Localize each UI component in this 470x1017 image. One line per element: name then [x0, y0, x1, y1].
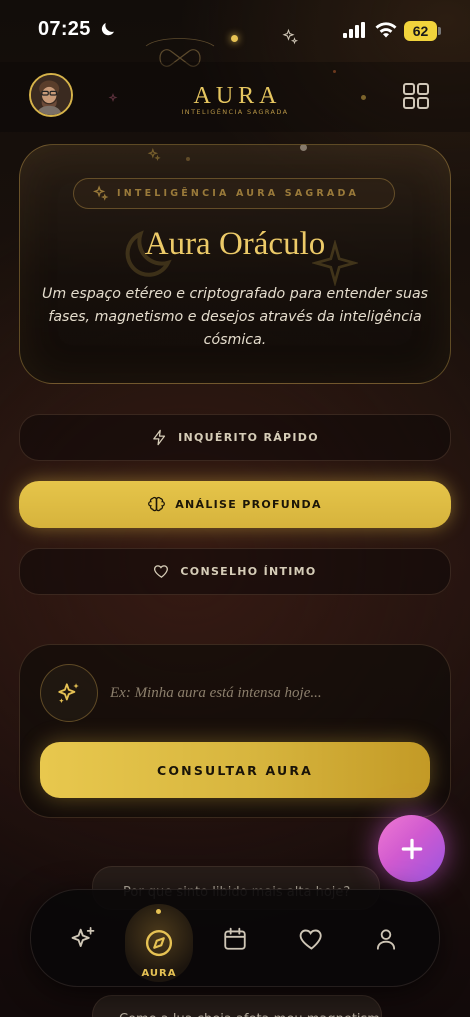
status-time: 07:25 — [38, 18, 91, 40]
star-dot — [231, 35, 238, 42]
sparkles-icon — [71, 927, 95, 947]
suggestion-card[interactable]: Como a lua cheia afeta meu magnetismo? — [92, 995, 382, 1017]
wifi-icon — [375, 22, 397, 38]
oracle-badge-label: INTELIGÊNCIA AURA SAGRADA — [117, 188, 360, 199]
nav-item-sparkles[interactable] — [63, 919, 103, 959]
mode-quick-inquiry-button[interactable]: INQUÉRITO RÁPIDO — [19, 414, 451, 461]
mode-label: INQUÉRITO RÁPIDO — [178, 431, 319, 444]
lightning-icon — [153, 429, 166, 446]
nav-item-favorites[interactable] — [291, 919, 331, 959]
battery-tip — [438, 27, 441, 35]
add-button[interactable] — [378, 815, 445, 882]
moon-icon — [101, 23, 114, 36]
mode-deep-analysis-button[interactable]: ANÁLISE PROFUNDA — [19, 481, 451, 528]
nav-item-profile[interactable] — [366, 919, 406, 959]
oracle-title: Aura Oráculo — [144, 226, 326, 262]
compass-icon — [145, 929, 173, 957]
mode-intimate-advice-button[interactable]: CONSELHO ÍNTIMO — [19, 548, 451, 595]
calendar-icon — [224, 927, 246, 950]
sparkles-icon — [58, 683, 79, 704]
sparkle-icon — [282, 28, 299, 45]
nav-active-dot — [156, 909, 161, 914]
battery-indicator: 62 — [404, 21, 437, 41]
plus-icon — [401, 838, 422, 859]
consult-input[interactable] — [110, 672, 428, 714]
consult-aura-button[interactable]: CONSULTAR AURA — [40, 742, 430, 798]
nav-active-label: AURA — [141, 968, 177, 979]
mode-label: CONSELHO ÍNTIMO — [180, 565, 317, 578]
heart-icon — [154, 565, 169, 578]
heart-icon — [299, 929, 322, 950]
brain-icon — [148, 496, 166, 512]
app-subtitle: INTELIGÊNCIA SAGRADA — [181, 108, 289, 116]
app-title: AURA — [193, 83, 282, 109]
user-icon — [376, 929, 396, 950]
oracle-description: Um espaço etéreo e criptografado para en… — [41, 286, 429, 348]
mode-label: ANÁLISE PROFUNDA — [175, 498, 322, 511]
nav-item-calendar[interactable] — [215, 919, 255, 959]
grid-icon[interactable] — [402, 82, 430, 110]
nav-item-aura[interactable] — [139, 923, 179, 963]
status-bar: 07:25 62 — [0, 0, 470, 62]
consult-icon-button[interactable] — [40, 664, 98, 722]
cellular-signal-icon — [343, 22, 365, 38]
sparkles-icon — [92, 185, 109, 201]
